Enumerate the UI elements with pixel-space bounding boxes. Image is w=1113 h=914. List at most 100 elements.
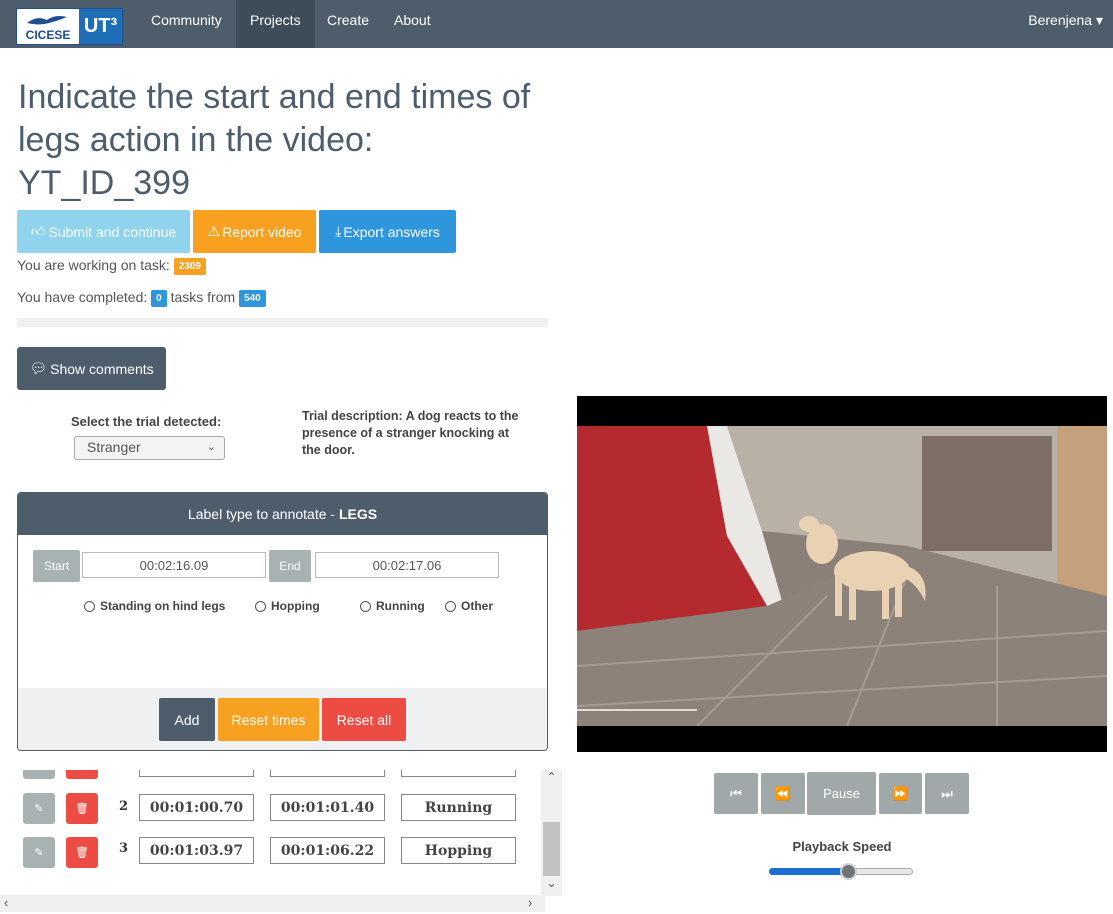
nav-community[interactable]: Community	[137, 0, 236, 48]
rewind-button[interactable]: ⏪	[761, 773, 805, 814]
video-frame	[577, 396, 1107, 752]
rewind-icon: ⏪	[774, 785, 792, 801]
fast-forward-button[interactable]: ⏩	[879, 773, 922, 814]
working-status: You are working on task: 2309	[17, 257, 206, 275]
title-line-2: legs action in the video:	[18, 121, 374, 159]
playback-speed-slider[interactable]	[769, 863, 913, 880]
edit-icon: ✎	[34, 803, 44, 815]
panel-heading: Label type to annotate - LEGS	[18, 493, 547, 535]
tasks-from-text: tasks from	[170, 289, 236, 305]
annotation-panel: Label type to annotate - LEGS Start 00:0…	[17, 492, 548, 751]
scroll-up-icon[interactable]: ⌃	[541, 770, 562, 790]
row-start-field[interactable]	[139, 770, 254, 777]
radio-label: Running	[376, 599, 425, 613]
edit-icon: ✎	[34, 847, 44, 859]
warning-icon: ⚠	[207, 223, 221, 239]
report-label: Report video	[222, 223, 302, 240]
row-index: 2	[119, 799, 129, 814]
trial-select-label: Select the trial detected:	[71, 414, 222, 429]
cicese-logo: CICESE	[17, 9, 79, 44]
trial-selected-value: Stranger	[87, 439, 141, 455]
download-icon: ⤓	[335, 223, 342, 239]
site-logo[interactable]: CICESE UT³	[16, 8, 123, 45]
logo-mark: UT³	[79, 9, 122, 44]
progress-bar	[17, 318, 548, 327]
add-button[interactable]: Add	[159, 698, 215, 741]
scroll-down-icon[interactable]: ⌄	[541, 876, 562, 896]
delete-row-button[interactable]	[66, 770, 98, 779]
end-time-field[interactable]: 00:02:17.06	[315, 552, 499, 578]
comments-icon: 💬︎	[29, 360, 48, 376]
row-index: 3	[119, 841, 129, 856]
radio-circle-icon	[445, 600, 456, 612]
skip-back-icon: ⏮	[730, 785, 742, 801]
row-end-field[interactable]: 00:01:01.40	[270, 794, 385, 821]
nav-create[interactable]: Create	[313, 0, 383, 48]
bird-logo-icon	[27, 16, 67, 25]
start-time-field[interactable]: 00:02:16.09	[82, 552, 266, 578]
video-player[interactable]	[577, 396, 1107, 752]
end-time-button[interactable]: End	[269, 550, 311, 582]
user-menu[interactable]: Berenjena ▾	[1028, 0, 1103, 40]
nav-projects[interactable]: Projects	[236, 0, 315, 48]
report-video-button[interactable]: ⚠ Report video	[193, 210, 316, 253]
skip-to-end-button[interactable]: ⏭	[925, 773, 969, 814]
radio-circle-icon	[255, 600, 266, 612]
show-comments-label: Show comments	[50, 360, 154, 377]
completed-count-badge: 0	[151, 289, 167, 307]
playback-speed-label: Playback Speed	[792, 839, 892, 854]
page-title: Indicate the start and end times of legs…	[18, 76, 578, 205]
row-label-field[interactable]: Hopping	[401, 837, 516, 864]
table-horizontal-scrollbar[interactable]: ‹ ›	[0, 895, 545, 912]
panel-heading-prefix: Label type to annotate -	[187, 506, 339, 522]
radio-standing-on-hind-legs[interactable]: Standing on hind legs	[84, 599, 225, 613]
export-answers-button[interactable]: ⤓ Export answers	[319, 210, 456, 253]
scroll-thumb[interactable]	[543, 822, 560, 876]
edit-row-button[interactable]: ✎	[23, 793, 55, 824]
reset-times-button[interactable]: Reset times	[218, 698, 319, 741]
row-label-field[interactable]: Running	[401, 794, 516, 821]
completed-status: You have completed: 0 tasks from 540	[17, 289, 266, 307]
row-end-field[interactable]: 00:01:06.22	[270, 837, 385, 864]
reset-all-button[interactable]: Reset all	[322, 698, 406, 741]
radio-running[interactable]: Running	[360, 599, 425, 613]
radio-other[interactable]: Other	[445, 599, 493, 613]
total-tasks-badge: 540	[239, 289, 266, 307]
logo-text: CICESE	[25, 28, 71, 42]
export-label: Export answers	[343, 223, 440, 240]
scroll-left-icon[interactable]: ‹	[4, 895, 8, 910]
radio-hopping[interactable]: Hopping	[255, 599, 320, 613]
start-time-button[interactable]: Start	[33, 550, 80, 582]
thumbs-up-icon: 👍︎	[30, 223, 46, 239]
show-comments-button[interactable]: 💬︎ Show comments	[17, 347, 166, 390]
annotation-table: ✎ 🗑︎ 2 00:01:00.70 00:01:01.40 Running ✎…	[17, 770, 562, 906]
fast-forward-icon: ⏩	[892, 785, 909, 801]
title-line-3: YT_ID_399	[18, 164, 190, 202]
row-label-field[interactable]	[401, 770, 516, 777]
radio-label: Hopping	[271, 599, 320, 613]
title-line-1: Indicate the start and end times of	[18, 78, 531, 116]
submit-continue-button[interactable]: 👍︎ Submit and continue	[17, 210, 190, 253]
nav-about[interactable]: About	[380, 0, 445, 48]
completed-prefix: You have completed:	[17, 289, 148, 305]
pause-button[interactable]: Pause	[807, 772, 876, 815]
table-vertical-scrollbar[interactable]: ⌃ ⌄	[541, 770, 562, 896]
slider-thumb[interactable]	[840, 863, 857, 880]
scroll-right-icon[interactable]: ›	[528, 895, 532, 910]
radio-circle-icon	[360, 600, 371, 612]
row-start-field[interactable]: 00:01:00.70	[139, 794, 254, 821]
edit-row-button[interactable]	[23, 770, 55, 779]
trial-select[interactable]: Stranger ⌄	[74, 436, 225, 460]
edit-row-button[interactable]: ✎	[23, 837, 55, 868]
row-start-field[interactable]: 00:01:03.97	[139, 837, 254, 864]
radio-circle-icon	[84, 600, 95, 612]
submit-label: Submit and continue	[48, 223, 177, 240]
radio-label: Other	[461, 599, 494, 613]
trial-description: Trial description: A dog reacts to the p…	[302, 409, 519, 457]
trash-icon: 🗑︎	[75, 803, 89, 815]
skip-to-start-button[interactable]: ⏮	[714, 773, 758, 814]
slider-fill	[769, 868, 848, 875]
delete-row-button[interactable]: 🗑︎	[66, 837, 98, 868]
delete-row-button[interactable]: 🗑︎	[66, 793, 98, 824]
row-end-field[interactable]	[270, 770, 385, 777]
